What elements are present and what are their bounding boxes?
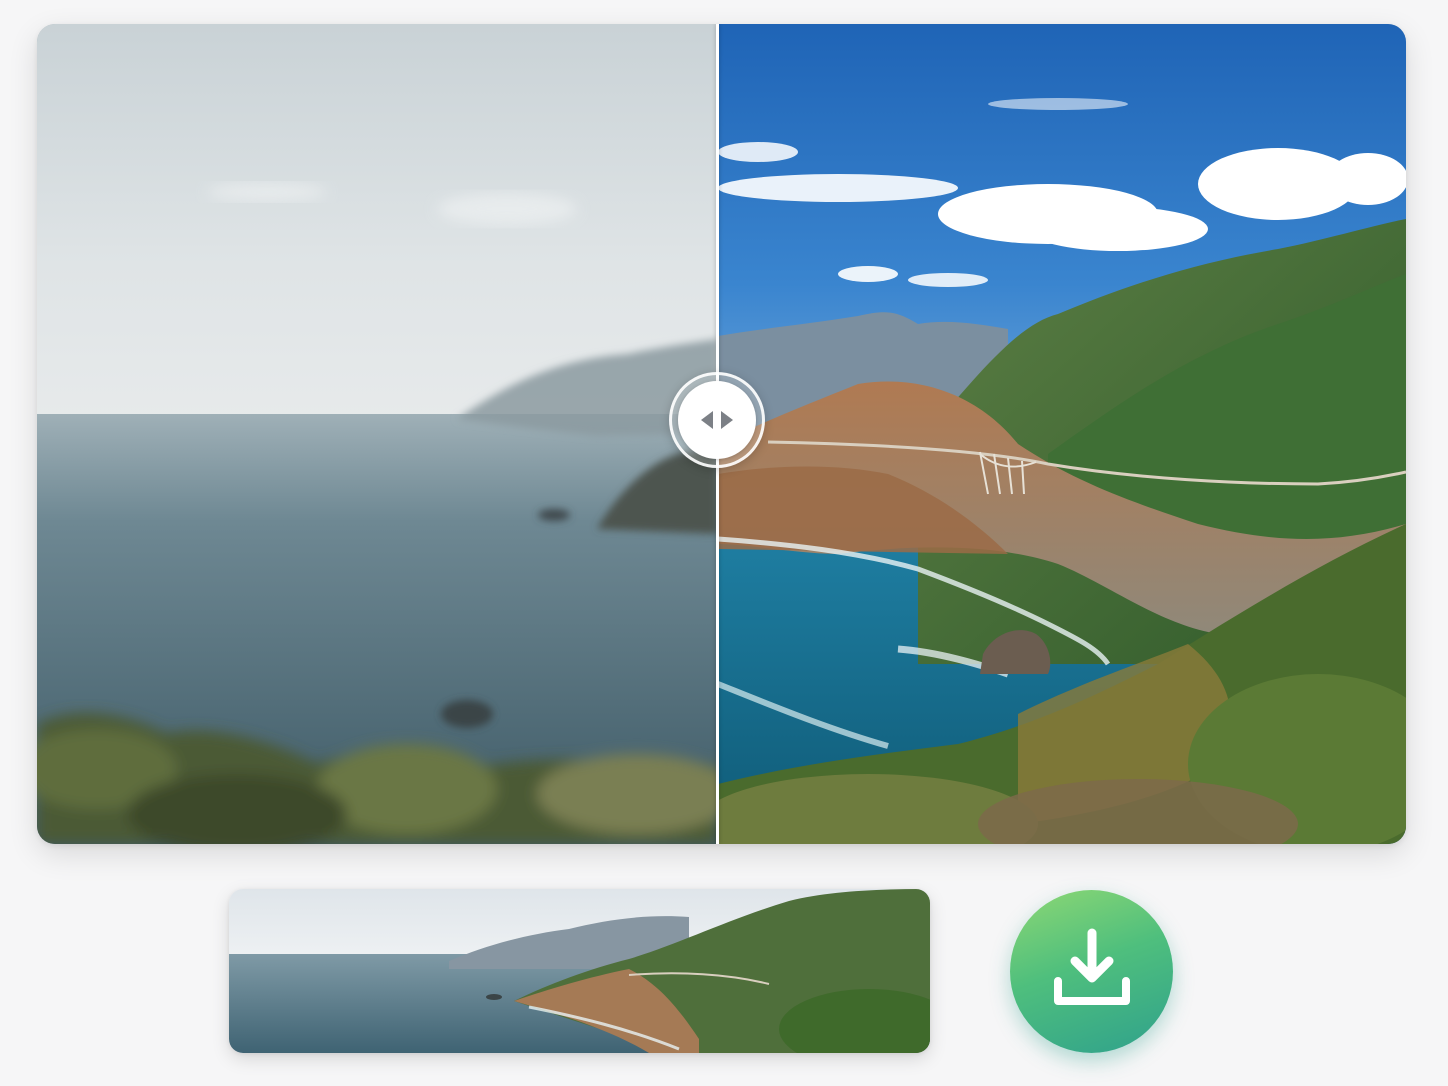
left-right-arrows-icon (697, 408, 737, 432)
download-button[interactable] (1010, 890, 1173, 1053)
slider-handle[interactable] (669, 372, 765, 468)
after-image (718, 24, 1406, 844)
before-image (37, 24, 718, 844)
landscape-thumbnail (229, 889, 930, 1053)
download-icon (1050, 927, 1134, 1016)
before-after-comparison[interactable] (37, 24, 1406, 844)
result-thumbnail[interactable] (229, 889, 930, 1053)
